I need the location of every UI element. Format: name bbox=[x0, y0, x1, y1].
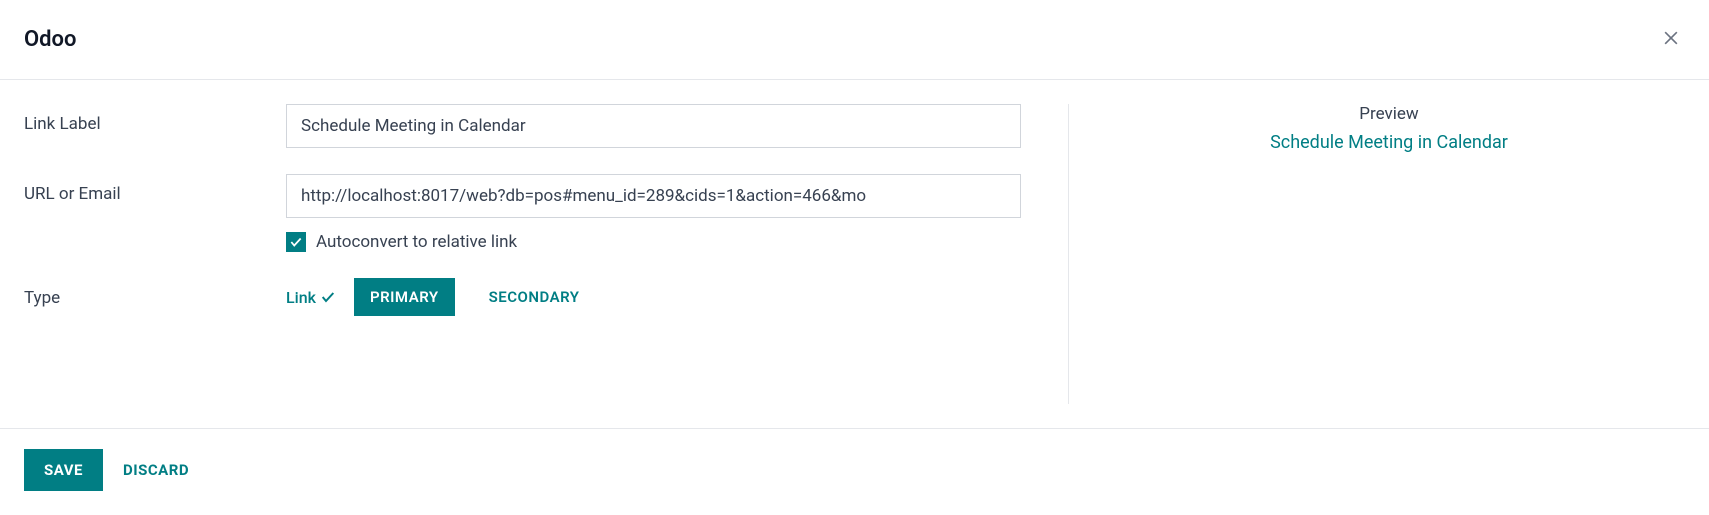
form-column: Link Label URL or Email Autoconvert to r… bbox=[24, 104, 1044, 404]
check-icon bbox=[320, 289, 336, 305]
type-link-text: Link bbox=[286, 288, 316, 307]
close-icon bbox=[1661, 28, 1681, 48]
autoconvert-label: Autoconvert to relative link bbox=[316, 232, 517, 252]
dialog-body: Link Label URL or Email Autoconvert to r… bbox=[0, 80, 1709, 428]
url-field-wrap: Autoconvert to relative link bbox=[286, 174, 1044, 252]
close-button[interactable] bbox=[1657, 24, 1685, 55]
preview-heading: Preview bbox=[1359, 104, 1418, 124]
link-label-label: Link Label bbox=[24, 104, 286, 134]
autoconvert-row: Autoconvert to relative link bbox=[286, 232, 1044, 252]
type-options: Link PRIMARY SECONDARY bbox=[286, 278, 1044, 316]
type-secondary-button[interactable]: SECONDARY bbox=[473, 278, 596, 316]
discard-button[interactable]: DISCARD bbox=[123, 461, 189, 479]
type-link-option[interactable]: Link bbox=[286, 288, 336, 307]
link-label-input[interactable] bbox=[286, 104, 1021, 148]
type-primary-button[interactable]: PRIMARY bbox=[354, 278, 455, 316]
link-label-field-wrap bbox=[286, 104, 1044, 148]
check-icon bbox=[289, 235, 303, 249]
url-row: URL or Email Autoconvert to relative lin… bbox=[24, 174, 1044, 252]
dialog-header: Odoo bbox=[0, 0, 1709, 80]
url-label: URL or Email bbox=[24, 174, 286, 204]
autoconvert-checkbox[interactable] bbox=[286, 232, 306, 252]
preview-link[interactable]: Schedule Meeting in Calendar bbox=[1270, 132, 1508, 153]
type-label: Type bbox=[24, 278, 286, 308]
vertical-divider bbox=[1068, 104, 1069, 404]
preview-column: Preview Schedule Meeting in Calendar bbox=[1093, 104, 1685, 404]
link-label-row: Link Label bbox=[24, 104, 1044, 148]
type-row: Type Link PRIMARY SECONDARY bbox=[24, 278, 1044, 316]
dialog-title: Odoo bbox=[24, 27, 76, 52]
dialog-footer: SAVE DISCARD bbox=[0, 428, 1709, 515]
link-dialog: Odoo Link Label URL or Email bbox=[0, 0, 1709, 515]
url-input[interactable] bbox=[286, 174, 1021, 218]
save-button[interactable]: SAVE bbox=[24, 449, 103, 491]
